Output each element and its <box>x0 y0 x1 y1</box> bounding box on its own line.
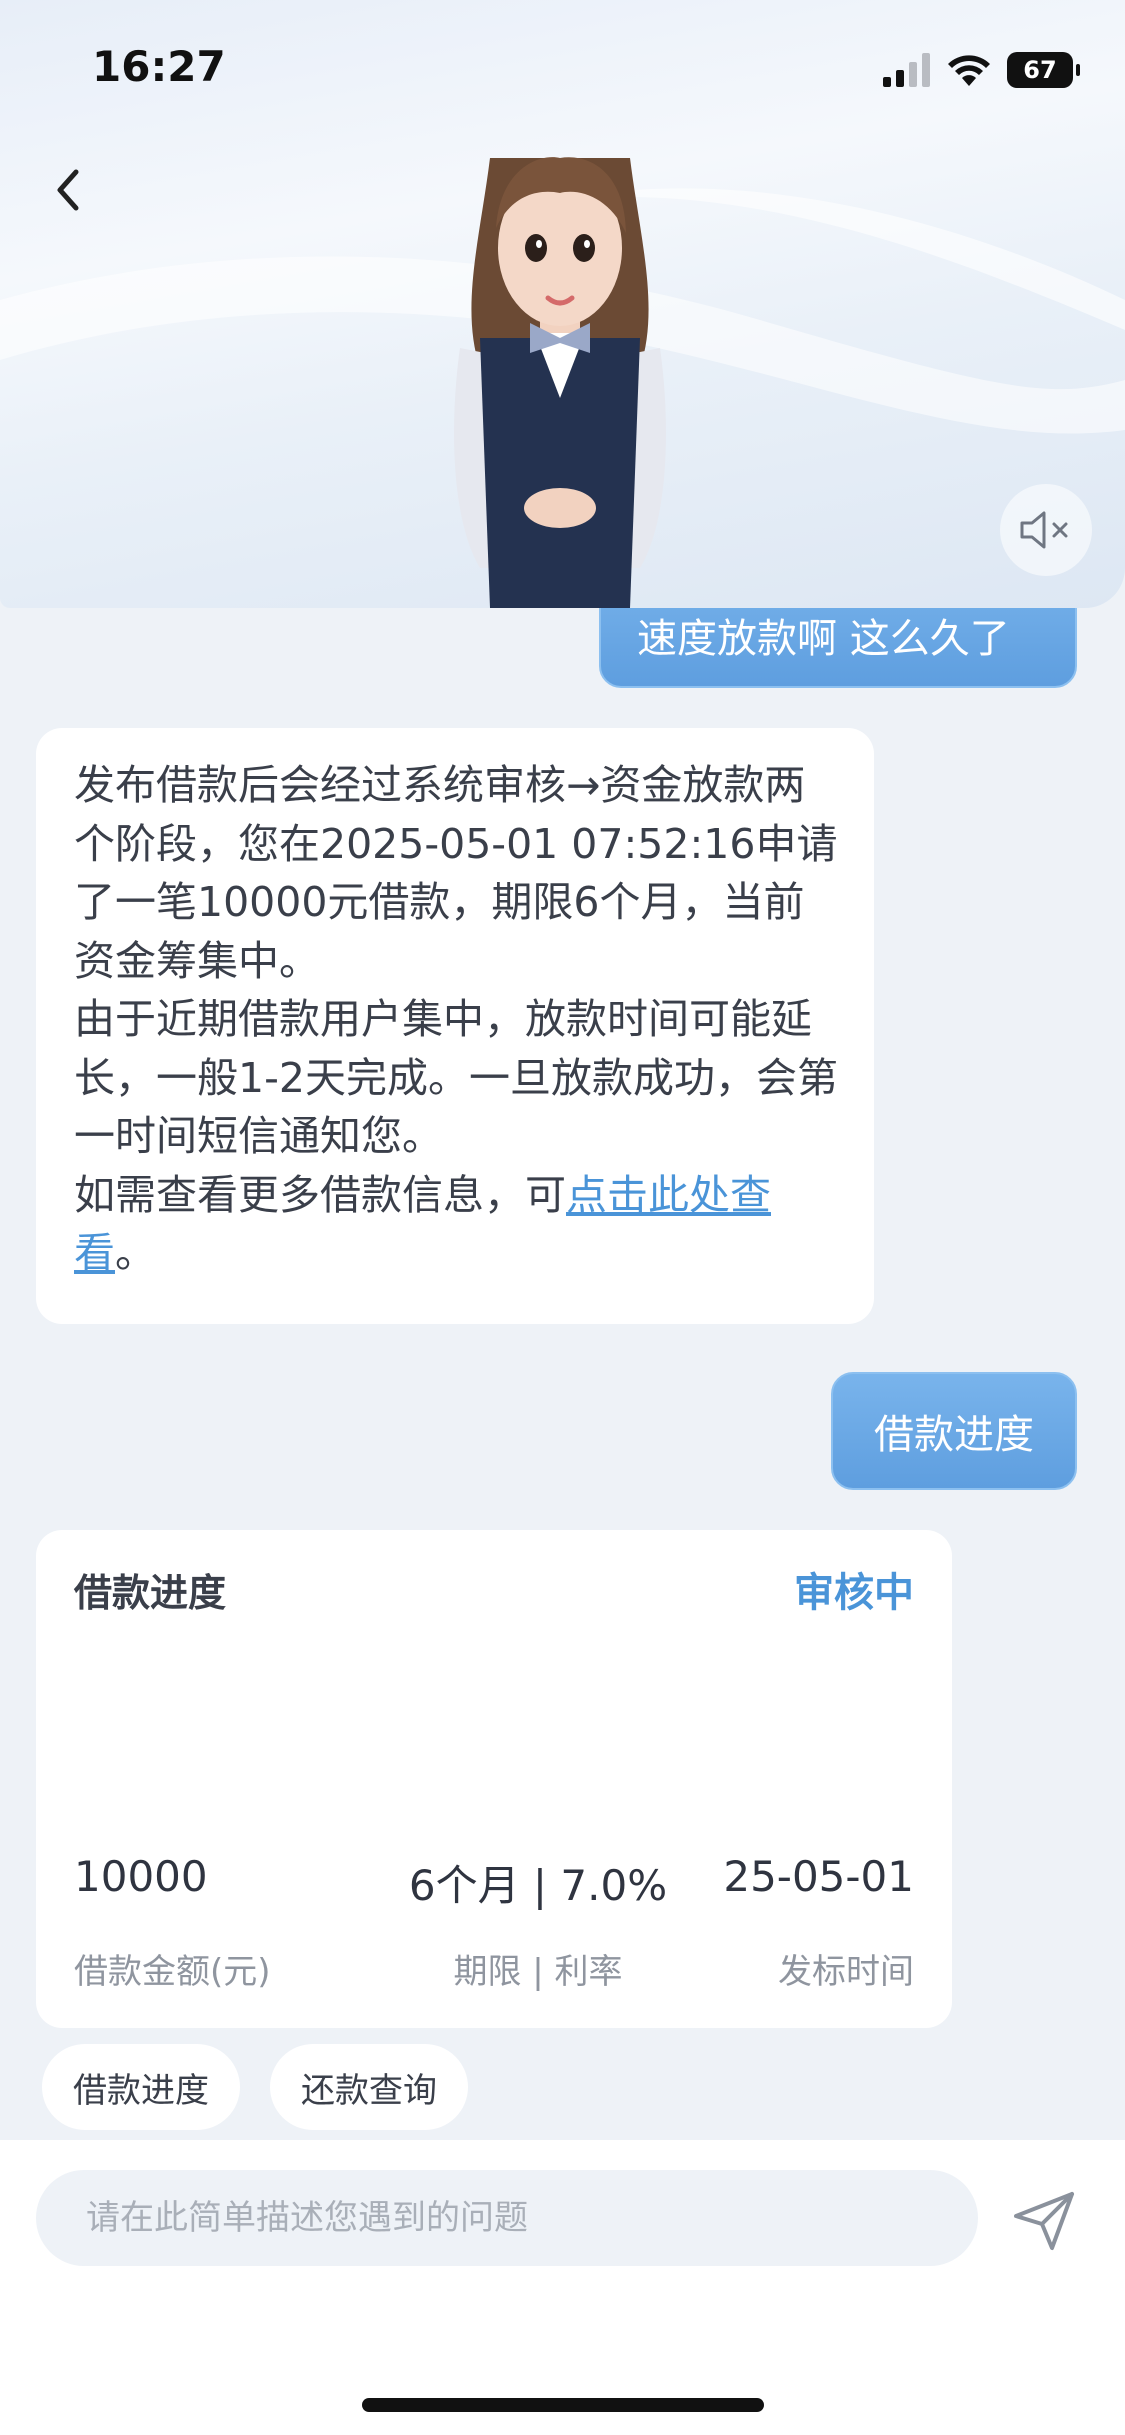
question-input[interactable] <box>36 2170 978 2266</box>
bot-message-paragraph-3: 如需查看更多借款信息，可点击此处查看。 <box>74 1166 838 1283</box>
status-icons: 67 <box>883 52 1080 88</box>
wifi-icon <box>948 55 990 86</box>
send-icon[interactable] <box>1010 2186 1078 2254</box>
home-indicator <box>362 2398 764 2412</box>
term-rate-value: 6个月 | 7.0% <box>408 1861 668 1910</box>
publish-date-label: 发标时间 <box>778 1952 914 1992</box>
card-title: 借款进度 <box>74 1571 227 1615</box>
battery-icon: 67 <box>1007 52 1080 88</box>
input-bar <box>0 2140 1125 2435</box>
bot-message-paragraph-2: 由于近期借款用户集中，放款时间可能延长，一般1-2天完成。一旦放款成功，会第一时… <box>74 995 838 1160</box>
status-badge: 审核中 <box>794 1570 914 1616</box>
assistant-avatar <box>454 157 666 608</box>
bot-message-period: 。 <box>115 1229 156 1277</box>
bot-message-paragraph-1: 发布借款后会经过系统审核→资金放款两个阶段，您在2025-05-01 07:52… <box>74 761 838 985</box>
assistant-header: 16:27 67 <box>0 0 1125 608</box>
bot-message-text: 如需查看更多借款信息，可 <box>74 1170 566 1219</box>
speaker-mute-icon <box>1020 511 1068 549</box>
status-time: 16:27 <box>92 42 226 91</box>
bot-message-bubble: 发布借款后会经过系统审核→资金放款两个阶段，您在2025-05-01 07:52… <box>36 728 874 1324</box>
publish-date-value: 25-05-01 <box>723 1852 914 1901</box>
term-rate-label: 期限 | 利率 <box>453 1952 623 1992</box>
user-message-text: 速度放款啊 这么久了 <box>637 616 1010 662</box>
signal-icon <box>883 53 930 87</box>
loan-amount-label: 借款金额(元) <box>74 1952 271 1992</box>
loan-progress-card[interactable]: 借款进度 审核中 10000 6个月 | 7.0% 25-05-01 借款金额(… <box>36 1530 952 2028</box>
quick-reply-loan-progress[interactable]: 借款进度 <box>42 2044 240 2130</box>
user-message-bubble-progress: 借款进度 <box>831 1372 1077 1490</box>
quick-reply-repayment-query[interactable]: 还款查询 <box>270 2044 468 2130</box>
back-icon[interactable] <box>44 160 94 220</box>
mute-button[interactable] <box>1000 484 1092 576</box>
loan-amount-value: 10000 <box>74 1852 208 1901</box>
user-message-text: 借款进度 <box>874 1412 1034 1458</box>
